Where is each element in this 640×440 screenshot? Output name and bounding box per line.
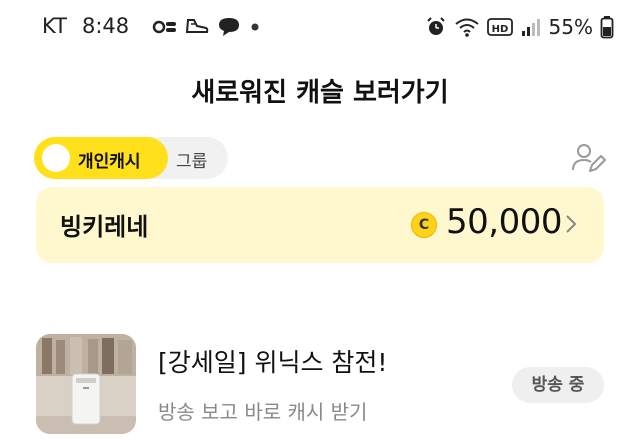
cash-balance-card[interactable]: 빙키레네 C 50,000 [36,187,604,263]
notification-icons [152,12,262,42]
cash-amount: 50,000 [446,202,562,242]
edit-profile-icon[interactable] [570,140,606,176]
battery-percentage: 55% [548,15,593,39]
toggle-personal-label: 개인캐시 [78,152,141,172]
toggle-personal-cash[interactable]: 개인캐시 [34,137,168,179]
status-bar: KT 8:48 HD 55% [0,0,640,54]
account-name: 빙키레네 [60,213,149,241]
item-subtitle: 방송 보고 바로 캐시 받기 [158,400,368,424]
hd-icon: HD [486,18,513,36]
product-thumbnail[interactable] [36,334,136,434]
dehumidifier-image [36,334,136,434]
wifi-icon [454,18,479,37]
page-title[interactable]: 새로워진 캐슬 보러가기 [0,72,640,109]
toggle-knob [42,144,70,172]
cash-type-toggle[interactable]: 개인캐시 그룹 [34,137,228,179]
coin-icon: C [411,212,437,238]
live-status-badge: 방송 중 [512,367,604,403]
carrier-label: KT [42,14,67,38]
chevron-right-icon [566,215,577,233]
clock-time: 8:48 [82,14,130,38]
settings-toggle-icon [152,20,176,34]
item-title[interactable]: [강세일] 위닉스 참전! [158,343,387,379]
sneaker-icon [185,19,209,33]
svg-text:HD: HD [491,24,508,35]
system-icons: HD 55% [425,12,614,42]
chat-bubble-icon [219,18,239,36]
dot-icon [251,23,259,31]
alarm-icon [426,17,445,35]
signal-icon [521,19,540,36]
toggle-group[interactable]: 그룹 [176,147,207,172]
battery-icon [600,16,614,39]
